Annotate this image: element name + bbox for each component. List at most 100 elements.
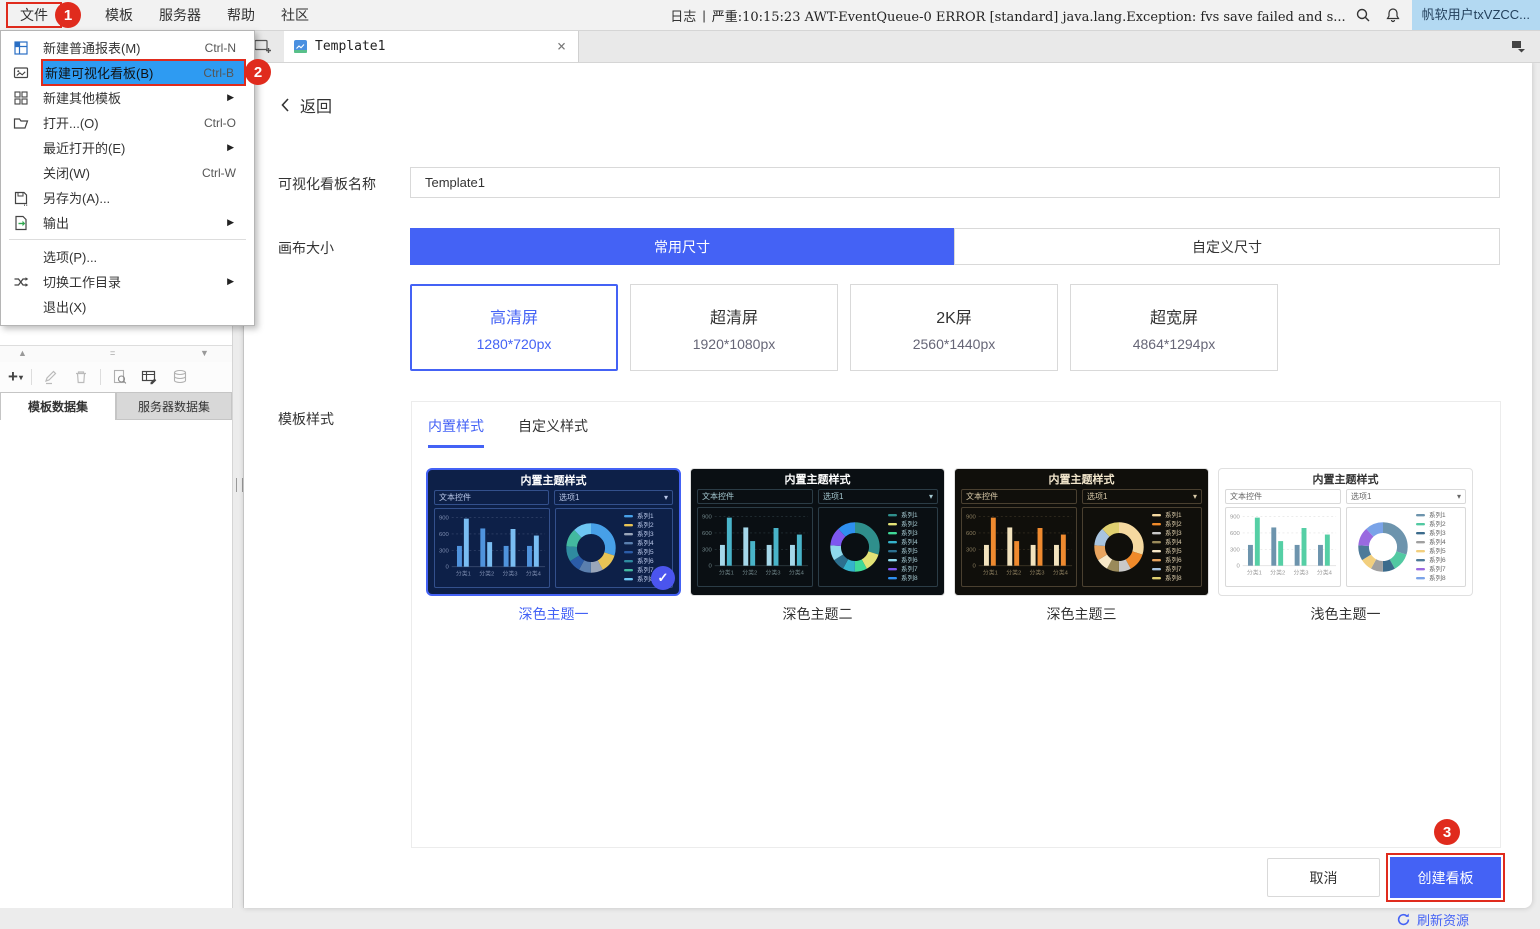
file-menu-item-open[interactable]: 打开...(O)Ctrl-O [1,110,254,135]
text-widget-preview: 文本控件 [1225,489,1341,504]
svg-text:分类2: 分类2 [479,570,494,578]
size-card-title: 超宽屏 [1150,304,1198,328]
theme-card-dark-3[interactable]: 内置主题样式文本控件选项1▾0300600900分类1分类2分类3分类4系列1系… [954,468,1209,624]
preview-dataset-icon[interactable] [109,366,131,388]
file-menu-item-body: 打开...(O)Ctrl-O [41,110,246,135]
search-icon[interactable] [1350,0,1376,30]
collapse-down-icon[interactable]: ▼ [200,348,209,358]
tab-close-icon[interactable]: × [557,37,566,55]
menu-item-help[interactable]: 帮助 [214,0,268,30]
file-menu-item-options[interactable]: 选项(P)... [1,244,254,269]
dropdown-value: 选项1 [1087,490,1107,504]
edit-dataset-icon[interactable] [40,366,62,388]
splitter-handle-icon[interactable]: = [110,348,115,358]
svg-text:0: 0 [708,564,712,570]
svg-text:系列7: 系列7 [901,564,918,573]
dropdown-widget-preview: 选项1▾ [1346,489,1466,504]
step-1-badge: 1 [55,2,81,28]
file-menu-item-label: 输出 [43,213,69,232]
file-menu-item-body: 切换工作目录▶ [41,269,246,294]
create-dashboard-panel: 返回 可视化看板名称 画布大小 常用尺寸自定义尺寸 高清屏1280*720px超… [244,62,1532,908]
theme-name-label: 深色主题三 [1047,604,1117,624]
size-card-resolution: 1920*1080px [693,336,776,352]
svg-text:系列1: 系列1 [1165,510,1182,519]
svg-text:系列2: 系列2 [1429,519,1446,528]
svg-text:系列8: 系列8 [1165,573,1182,582]
file-menu-item-label: 新建其他模板 [43,88,121,107]
svg-text:系列8: 系列8 [1429,573,1446,582]
database-icon[interactable] [169,366,191,388]
sidebar-tab-server-datasets[interactable]: 服务器数据集 [116,392,232,420]
splitter-grip[interactable] [236,478,243,492]
tab-template1[interactable]: Template1 × [284,30,579,62]
back-label: 返回 [300,93,332,117]
back-button[interactable]: 返回 [280,93,332,117]
bar-chart-preview: 0300600900分类1分类2分类3分类4 [1225,507,1341,587]
template-style-label: 模板样式 [278,409,334,429]
svg-text:系列7: 系列7 [1429,564,1446,573]
size-tab-custom-size[interactable]: 自定义尺寸 [954,228,1500,265]
size-card-2k[interactable]: 2K屏2560*1440px [850,284,1058,371]
dashboard-name-input[interactable] [410,167,1500,198]
svg-text:900: 900 [966,515,977,521]
menu-item-server[interactable]: 服务器 [146,0,214,30]
size-tab-common-size[interactable]: 常用尺寸 [410,228,954,265]
file-menu-item-switch-workdir[interactable]: 切换工作目录▶ [1,269,254,294]
refresh-label: 刷新资源 [1417,910,1469,929]
bar-chart-preview: 0300600900分类1分类2分类3分类4 [697,507,813,587]
file-menu-item-label: 选项(P)... [43,247,97,266]
svg-text:分类2: 分类2 [1270,569,1285,577]
size-card-resolution: 4864*1294px [1133,336,1216,352]
size-card-list: 高清屏1280*720px超清屏1920*1080px2K屏2560*1440p… [410,284,1278,371]
add-dataset-button[interactable]: +▾ [8,366,23,388]
cancel-button[interactable]: 取消 [1267,858,1380,897]
delete-dataset-icon[interactable] [70,366,92,388]
create-dashboard-button[interactable]: 创建看板 [1390,857,1501,898]
theme-card-dark-1[interactable]: 内置主题样式文本控件选项1▾0300600900分类1分类2分类3分类4系列1系… [426,468,681,624]
notification-bell-icon[interactable] [1380,0,1406,30]
user-account-chip[interactable]: 帆软用户txVZCC... [1412,0,1540,30]
size-card-uhd[interactable]: 超清屏1920*1080px [630,284,838,371]
file-menu-item-recent[interactable]: 最近打开的(E)▶ [1,135,254,160]
svg-text:系列2: 系列2 [1165,519,1182,528]
dropdown-value: 选项1 [1351,490,1371,504]
shortcut-label: Ctrl-W [202,166,246,180]
svg-text:分类3: 分类3 [766,569,782,577]
dataset-toolbar: +▾ [0,362,232,392]
menu-item-community[interactable]: 社区 [268,0,322,30]
theme-card-dark-2[interactable]: 内置主题样式文本控件选项1▾0300600900分类1分类2分类3分类4系列1系… [690,468,945,624]
tab-list-icon[interactable] [1508,36,1530,56]
theme-preview-dark-1: 内置主题样式文本控件选项1▾0300600900分类1分类2分类3分类4系列1系… [426,468,681,596]
file-menu-item-exit[interactable]: 退出(X) [1,294,254,319]
file-menu-item-body: 最近打开的(E)▶ [41,135,246,160]
menu-item-template[interactable]: 模板 [92,0,146,30]
edit-table-icon[interactable] [139,366,161,388]
tab-title: Template1 [315,39,385,54]
log-button[interactable]: 日志 [670,6,696,25]
file-menu-item-body: 退出(X) [41,294,246,319]
refresh-resources-button[interactable]: 刷新资源 [1396,910,1469,929]
submenu-arrow-icon: ▶ [227,142,246,153]
step-2-badge: 2 [245,59,271,85]
file-menu-item-new-report[interactable]: 新建普通报表(M)Ctrl-N [1,35,254,60]
svg-text:300: 300 [702,547,713,553]
file-menu-item-save-as[interactable]: 另存为(A)... [1,185,254,210]
file-menu-item-new-dashboard[interactable]: 新建可视化看板(B)Ctrl-B [1,60,254,85]
menu-item-file[interactable]: 文件 [6,2,62,28]
file-menu-item-export[interactable]: 输出▶ [1,210,254,235]
style-tab-builtin-style[interactable]: 内置样式 [428,416,484,448]
svg-text:系列2: 系列2 [637,520,654,529]
size-card-ultrawide[interactable]: 超宽屏 4864*1294px [1070,284,1278,371]
style-tab-custom-style[interactable]: 自定义样式 [518,416,588,448]
file-menu-item-close[interactable]: 关闭(W)Ctrl-W [1,160,254,185]
theme-card-light-1[interactable]: 内置主题样式文本控件选项1▾0300600900分类1分类2分类3分类4系列1系… [1218,468,1473,624]
file-menu-item-label: 退出(X) [43,297,86,316]
sidebar-tab-template-datasets[interactable]: 模板数据集 [0,392,116,420]
svg-text:分类4: 分类4 [1053,569,1069,577]
file-menu-item-body: 选项(P)... [41,244,246,269]
dropdown-widget-preview: 选项1▾ [554,490,673,505]
collapse-up-icon[interactable]: ▲ [18,348,27,358]
file-menu-item-new-other-template[interactable]: 新建其他模板▶ [1,85,254,110]
size-card-hd[interactable]: 高清屏1280*720px [410,284,618,371]
svg-text:系列5: 系列5 [637,547,654,556]
